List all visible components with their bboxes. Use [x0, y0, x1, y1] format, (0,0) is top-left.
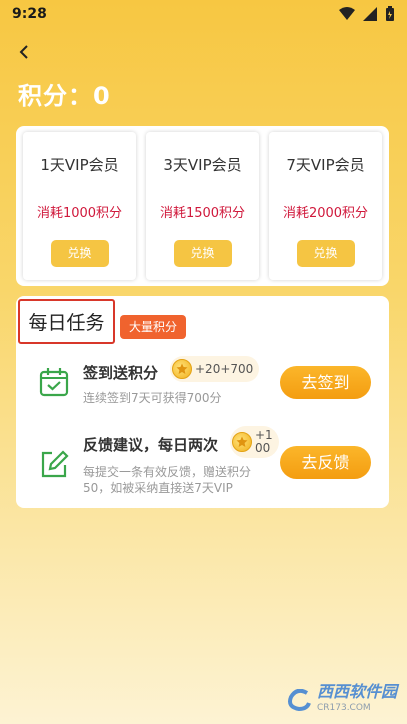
vip-card-7day: 7天VIP会员 消耗2000积分 兑换 — [269, 132, 382, 280]
chevron-left-icon — [19, 45, 28, 59]
reward-badge: +20+700 — [170, 356, 260, 382]
vip-cost: 消耗1000积分 — [36, 206, 123, 221]
task-feedback: 反馈建议，每日两次 +1 00 每提交一条有效反馈，赠送积分 50，如被采纳直接… — [16, 426, 389, 502]
watermark-subtext: CR173.COM — [316, 703, 371, 713]
vip-cost: 消耗1500积分 — [159, 206, 246, 221]
exchange-button[interactable]: 兑换 — [50, 240, 109, 267]
reward-badge: +1 00 — [230, 426, 279, 458]
coin-icon — [232, 432, 252, 452]
vip-name: 3天VIP会员 — [163, 156, 242, 174]
exchange-button[interactable]: 兑换 — [296, 240, 355, 267]
task-signin: 签到送积分 +20+700 连续签到7天可获得700分 去签到 — [16, 356, 389, 420]
bonus-tag: 大量积分 — [120, 315, 187, 339]
vip-card-3day: 3天VIP会员 消耗1500积分 兑换 — [146, 132, 259, 280]
status-time: 9:28 — [12, 6, 47, 22]
vip-cost: 消耗2000积分 — [282, 206, 369, 221]
reward-amount: +1 00 — [255, 429, 273, 455]
wifi-icon — [339, 7, 355, 20]
status-icons — [339, 6, 395, 22]
vip-name: 7天VIP会员 — [286, 156, 365, 174]
reward-amount: +20+700 — [195, 362, 254, 376]
exchange-button[interactable]: 兑换 — [173, 240, 232, 267]
watermark-icon — [287, 689, 311, 711]
vip-card-1day: 1天VIP会员 消耗1000积分 兑换 — [23, 132, 136, 280]
calendar-check-icon — [39, 368, 69, 397]
daily-tasks-panel: 每日任务 大量积分 签到送积分 +20+700 连续签到7天可获得700分 去签… — [16, 296, 389, 508]
daily-tasks-title-box: 每日任务 — [18, 299, 115, 344]
watermark-text: 西西软件园 — [316, 682, 397, 701]
task-name: 签到送积分 — [83, 364, 159, 382]
task-description: 每提交一条有效反馈，赠送积分 50，如被采纳直接送7天VIP — [83, 464, 251, 496]
daily-tasks-title: 每日任务 — [28, 312, 105, 334]
task-description-line1: 每提交一条有效反馈，赠送积分 — [83, 465, 252, 479]
reward-amount-line2: 00 — [255, 441, 271, 455]
back-button[interactable] — [12, 40, 36, 64]
task-description-line2: 50，如被采纳直接送7天VIP — [83, 481, 233, 495]
watermark-logo: 西西软件园 CR173.COM — [287, 684, 397, 716]
vip-name: 1天VIP会员 — [40, 156, 119, 174]
edit-icon — [41, 450, 69, 478]
task-description: 连续签到7天可获得700分 — [83, 391, 222, 405]
signin-button[interactable]: 去签到 — [280, 366, 371, 399]
signal-icon — [363, 7, 377, 21]
battery-icon — [386, 6, 394, 21]
vip-exchange-panel: 1天VIP会员 消耗1000积分 兑换 3天VIP会员 消耗1500积分 兑换 … — [16, 126, 389, 286]
feedback-button[interactable]: 去反馈 — [280, 446, 371, 479]
points-title: 积分：0 — [18, 82, 111, 110]
status-bar: 9:28 — [0, 0, 407, 28]
task-name: 反馈建议，每日两次 — [83, 436, 219, 454]
coin-icon — [172, 359, 192, 379]
